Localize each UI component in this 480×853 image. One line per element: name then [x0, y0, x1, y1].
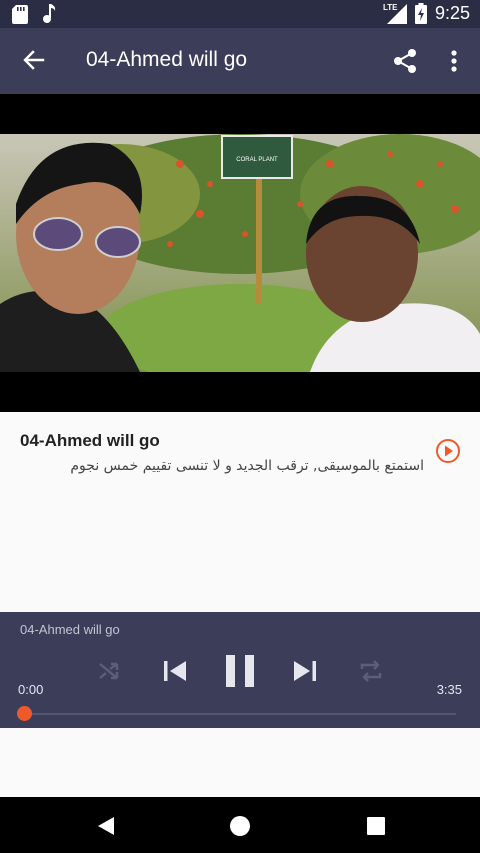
sd-card-icon: [12, 4, 28, 24]
nav-home-icon[interactable]: [228, 814, 252, 838]
total-time: 3:35: [436, 682, 462, 697]
seek-bar[interactable]: [24, 713, 456, 715]
shuffle-icon[interactable]: [97, 659, 121, 683]
status-bar: LTE 9:25: [0, 0, 480, 28]
empty-area: [0, 728, 480, 797]
status-left-icons: [12, 4, 56, 24]
play-circle-icon[interactable]: [435, 438, 461, 464]
status-right-icons: LTE 9:25: [383, 3, 470, 24]
music-note-icon: [43, 4, 56, 23]
seek-thumb[interactable]: [17, 706, 32, 721]
pause-icon[interactable]: [224, 653, 256, 689]
sign-text: CORAL PLANT: [236, 157, 278, 163]
page-title: 04-Ahmed will go: [86, 48, 248, 71]
skip-next-icon[interactable]: [292, 658, 318, 684]
back-arrow-icon[interactable]: [18, 46, 48, 76]
share-icon[interactable]: [390, 46, 420, 76]
repeat-icon[interactable]: [358, 658, 384, 684]
player-track-title: 04-Ahmed will go: [20, 622, 120, 637]
network-type-label: LTE: [382, 3, 398, 12]
track-description: استمتع بالموسيقى, ترقب الجديد و لا تنسى …: [70, 458, 424, 474]
current-time: 0:00: [18, 682, 44, 697]
nav-back-icon[interactable]: [94, 814, 118, 838]
track-info-card: 04-Ahmed will go استمتع بالموسيقى, ترقب …: [0, 412, 480, 612]
system-nav-bar: [0, 797, 480, 853]
video-frame[interactable]: CORAL PLANT: [0, 134, 480, 372]
nav-recents-icon[interactable]: [364, 814, 388, 838]
battery-charging-icon: [414, 3, 427, 24]
app-bar: 04-Ahmed will go: [0, 28, 480, 94]
status-time: 9:25: [434, 3, 470, 23]
video-still-image: CORAL PLANT: [0, 134, 480, 372]
video-player[interactable]: CORAL PLANT: [0, 94, 480, 412]
more-vert-icon[interactable]: [442, 46, 466, 76]
music-player: 04-Ahmed will go 0:00 3:35: [0, 612, 480, 728]
skip-previous-icon[interactable]: [162, 658, 188, 684]
track-title: 04-Ahmed will go: [20, 431, 160, 450]
